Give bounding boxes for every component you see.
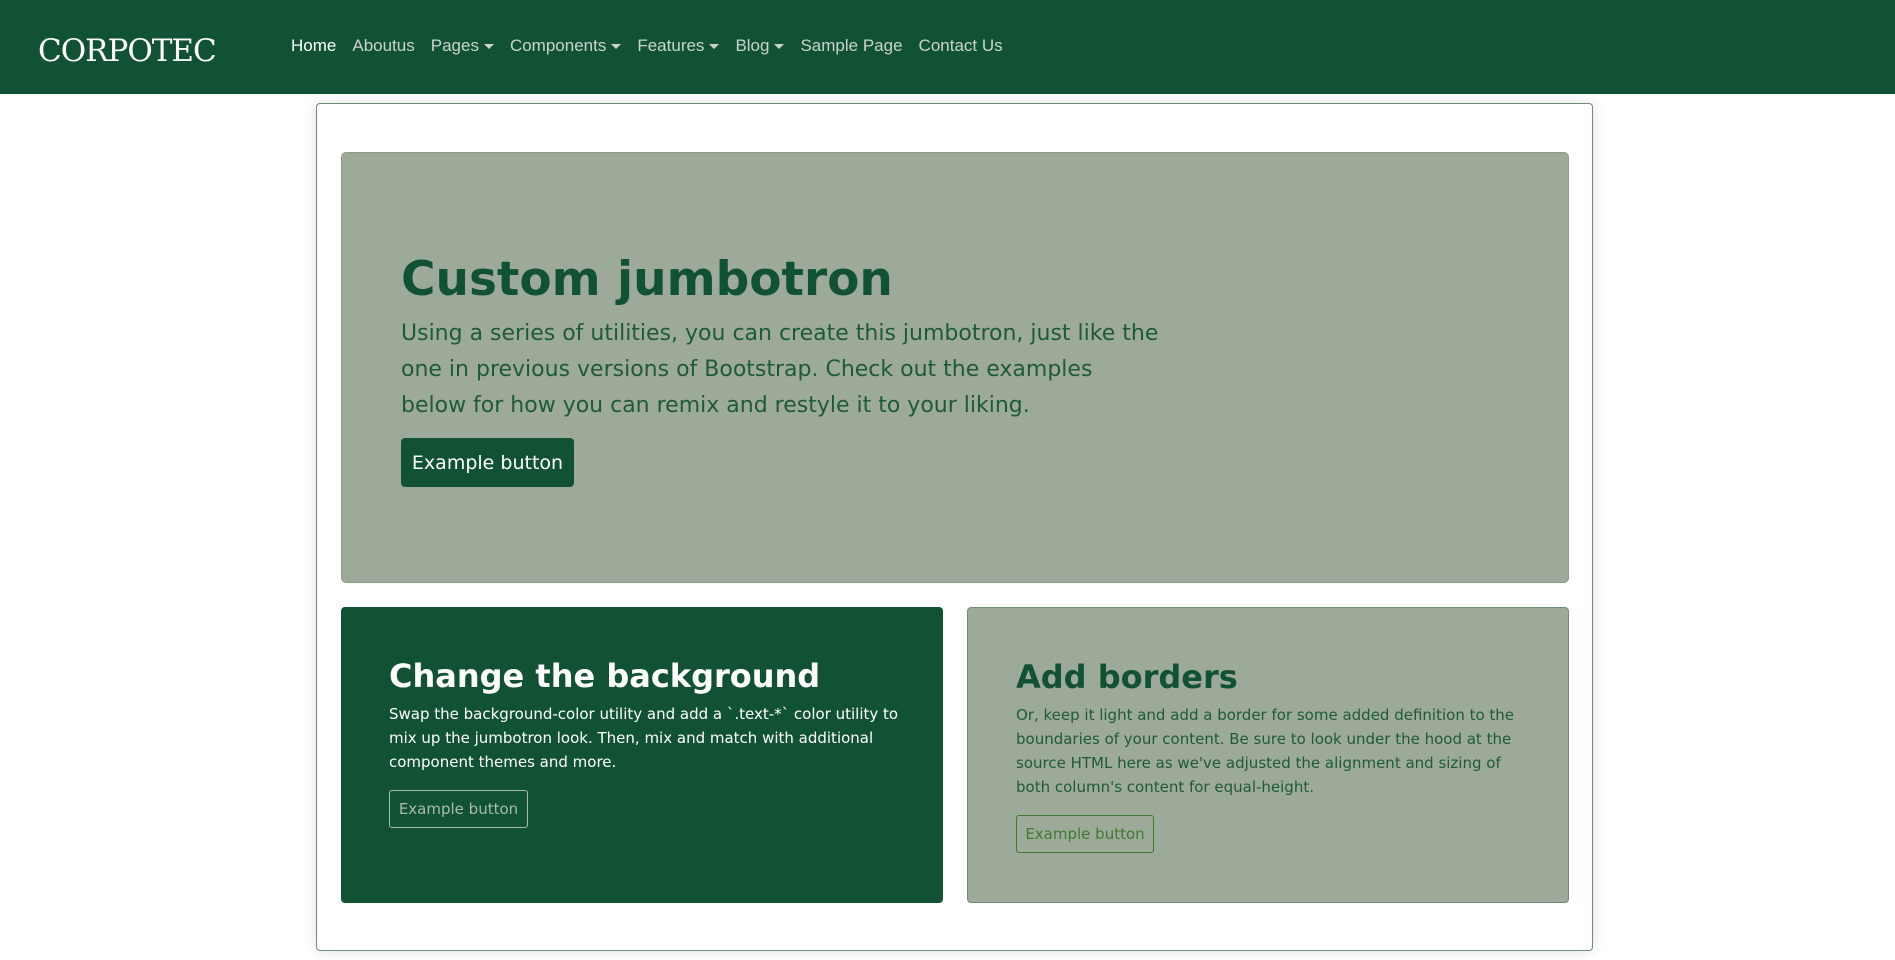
add-borders-title: Add borders: [1016, 658, 1238, 696]
main-nav: Home Aboutus Pages Components Features B…: [291, 36, 1019, 56]
nav-item-label: Sample Page: [800, 36, 903, 55]
nav-item-contact-us[interactable]: Contact Us: [919, 36, 1003, 56]
jumbotron-title: Custom jumbotron: [401, 252, 893, 307]
chevron-down-icon: [774, 43, 785, 49]
nav-item-aboutus[interactable]: Aboutus: [352, 36, 414, 56]
nav-item-label: Pages: [430, 36, 479, 55]
brand-logo[interactable]: CORPOTEC: [38, 36, 217, 67]
top-navbar: CORPOTEC Home Aboutus Pages Components F…: [0, 0, 1895, 94]
nav-item-pages[interactable]: Pages: [431, 36, 494, 56]
change-background-text: Swap the background-color utility and ad…: [389, 705, 899, 771]
nav-item-blog[interactable]: Blog: [735, 36, 785, 56]
nav-item-label: Features: [637, 36, 705, 55]
nav-item-features[interactable]: Features: [637, 36, 720, 56]
add-borders-example-button[interactable]: Example button: [1016, 815, 1154, 853]
nav-item-components[interactable]: Components: [509, 36, 622, 56]
jumbotron-example-button[interactable]: Example button: [401, 438, 574, 487]
nav-item-label: Aboutus: [352, 36, 415, 55]
add-borders-text: Or, keep it light and add a border for s…: [1016, 706, 1515, 796]
chevron-down-icon: [483, 43, 494, 49]
nav-item-sample-page[interactable]: Sample Page: [800, 36, 902, 56]
nav-item-label: Contact Us: [918, 36, 1003, 55]
nav-item-label: Home: [291, 36, 337, 55]
chevron-down-icon: [709, 43, 720, 49]
nav-item-label: Components: [509, 36, 607, 55]
jumbotron-text: Using a series of utilities, you can cre…: [401, 321, 1159, 418]
chevron-down-icon: [611, 43, 622, 49]
nav-item-label: Blog: [735, 36, 770, 55]
change-background-example-button[interactable]: Example button: [389, 790, 528, 828]
change-background-title: Change the background: [389, 657, 821, 695]
nav-item-home[interactable]: Home: [291, 36, 336, 56]
